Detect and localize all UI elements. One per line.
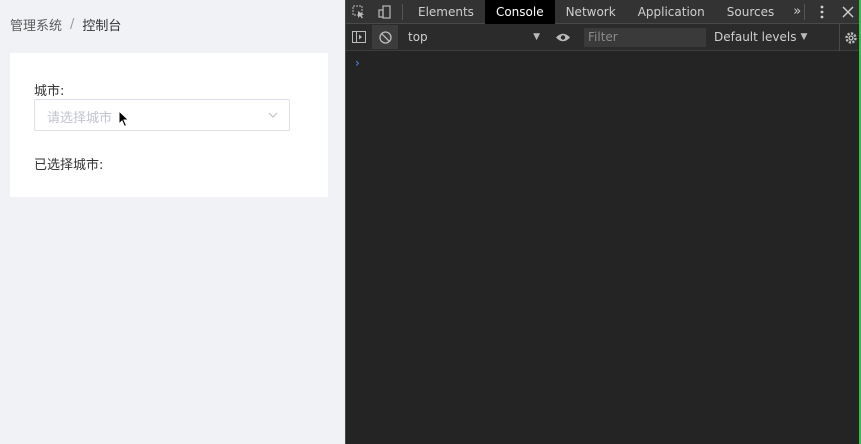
tab-network[interactable]: Network bbox=[555, 0, 627, 24]
form-card: 城市: 请选择城市 已选择城市: bbox=[10, 53, 328, 197]
dropdown-arrow-icon: ▼ bbox=[800, 32, 808, 42]
inspect-element-icon[interactable] bbox=[346, 0, 372, 24]
tab-console[interactable]: Console bbox=[484, 0, 555, 24]
tab-elements[interactable]: Elements bbox=[407, 0, 485, 24]
device-toolbar-icon[interactable] bbox=[372, 0, 398, 24]
console-prompt[interactable]: › bbox=[355, 56, 360, 70]
close-icon[interactable] bbox=[835, 0, 861, 24]
eye-icon[interactable] bbox=[550, 25, 576, 49]
tab-sources[interactable]: Sources bbox=[716, 0, 785, 24]
tabbar-right-divider bbox=[804, 4, 805, 20]
chevron-down-icon bbox=[268, 112, 278, 118]
context-select[interactable]: top ▼ bbox=[404, 27, 544, 47]
log-levels-value: Default levels bbox=[714, 30, 797, 44]
console-output[interactable]: › bbox=[346, 52, 861, 444]
tabbar-right-controls bbox=[800, 0, 861, 24]
tabbar-divider bbox=[402, 3, 403, 20]
breadcrumb-current: 控制台 bbox=[82, 19, 122, 34]
breadcrumb-root[interactable]: 管理系统 bbox=[10, 15, 62, 34]
log-levels-select[interactable]: Default levels ▼ bbox=[714, 30, 807, 44]
gear-icon bbox=[844, 31, 857, 44]
devtools-panel: Elements Console Network Application Sou… bbox=[345, 0, 861, 444]
sidebar-toggle-icon[interactable] bbox=[346, 25, 372, 49]
breadcrumb-separator: / bbox=[70, 17, 75, 32]
devtools-tabbar: Elements Console Network Application Sou… bbox=[346, 0, 861, 24]
selected-city-label: 已选择城市: bbox=[34, 158, 104, 173]
dropdown-arrow-icon: ▼ bbox=[533, 32, 540, 42]
console-toolbar: top ▼ Filter Default levels ▼ bbox=[346, 24, 861, 51]
kebab-menu-icon[interactable] bbox=[809, 0, 835, 24]
context-select-value: top bbox=[408, 30, 428, 44]
mouse-cursor-icon bbox=[118, 110, 130, 128]
filter-input[interactable]: Filter bbox=[584, 27, 706, 47]
app-pane: 管理系统 / 控制台 城市: 请选择城市 已选择城市: bbox=[0, 0, 345, 444]
city-select[interactable]: 请选择城市 bbox=[34, 99, 290, 131]
breadcrumb: 管理系统 / 控制台 bbox=[10, 15, 121, 34]
console-settings[interactable] bbox=[839, 24, 861, 51]
clear-console-icon[interactable] bbox=[372, 25, 398, 49]
city-select-placeholder: 请选择城市 bbox=[47, 111, 113, 126]
tab-application[interactable]: Application bbox=[627, 0, 716, 24]
city-label: 城市: bbox=[34, 84, 65, 99]
